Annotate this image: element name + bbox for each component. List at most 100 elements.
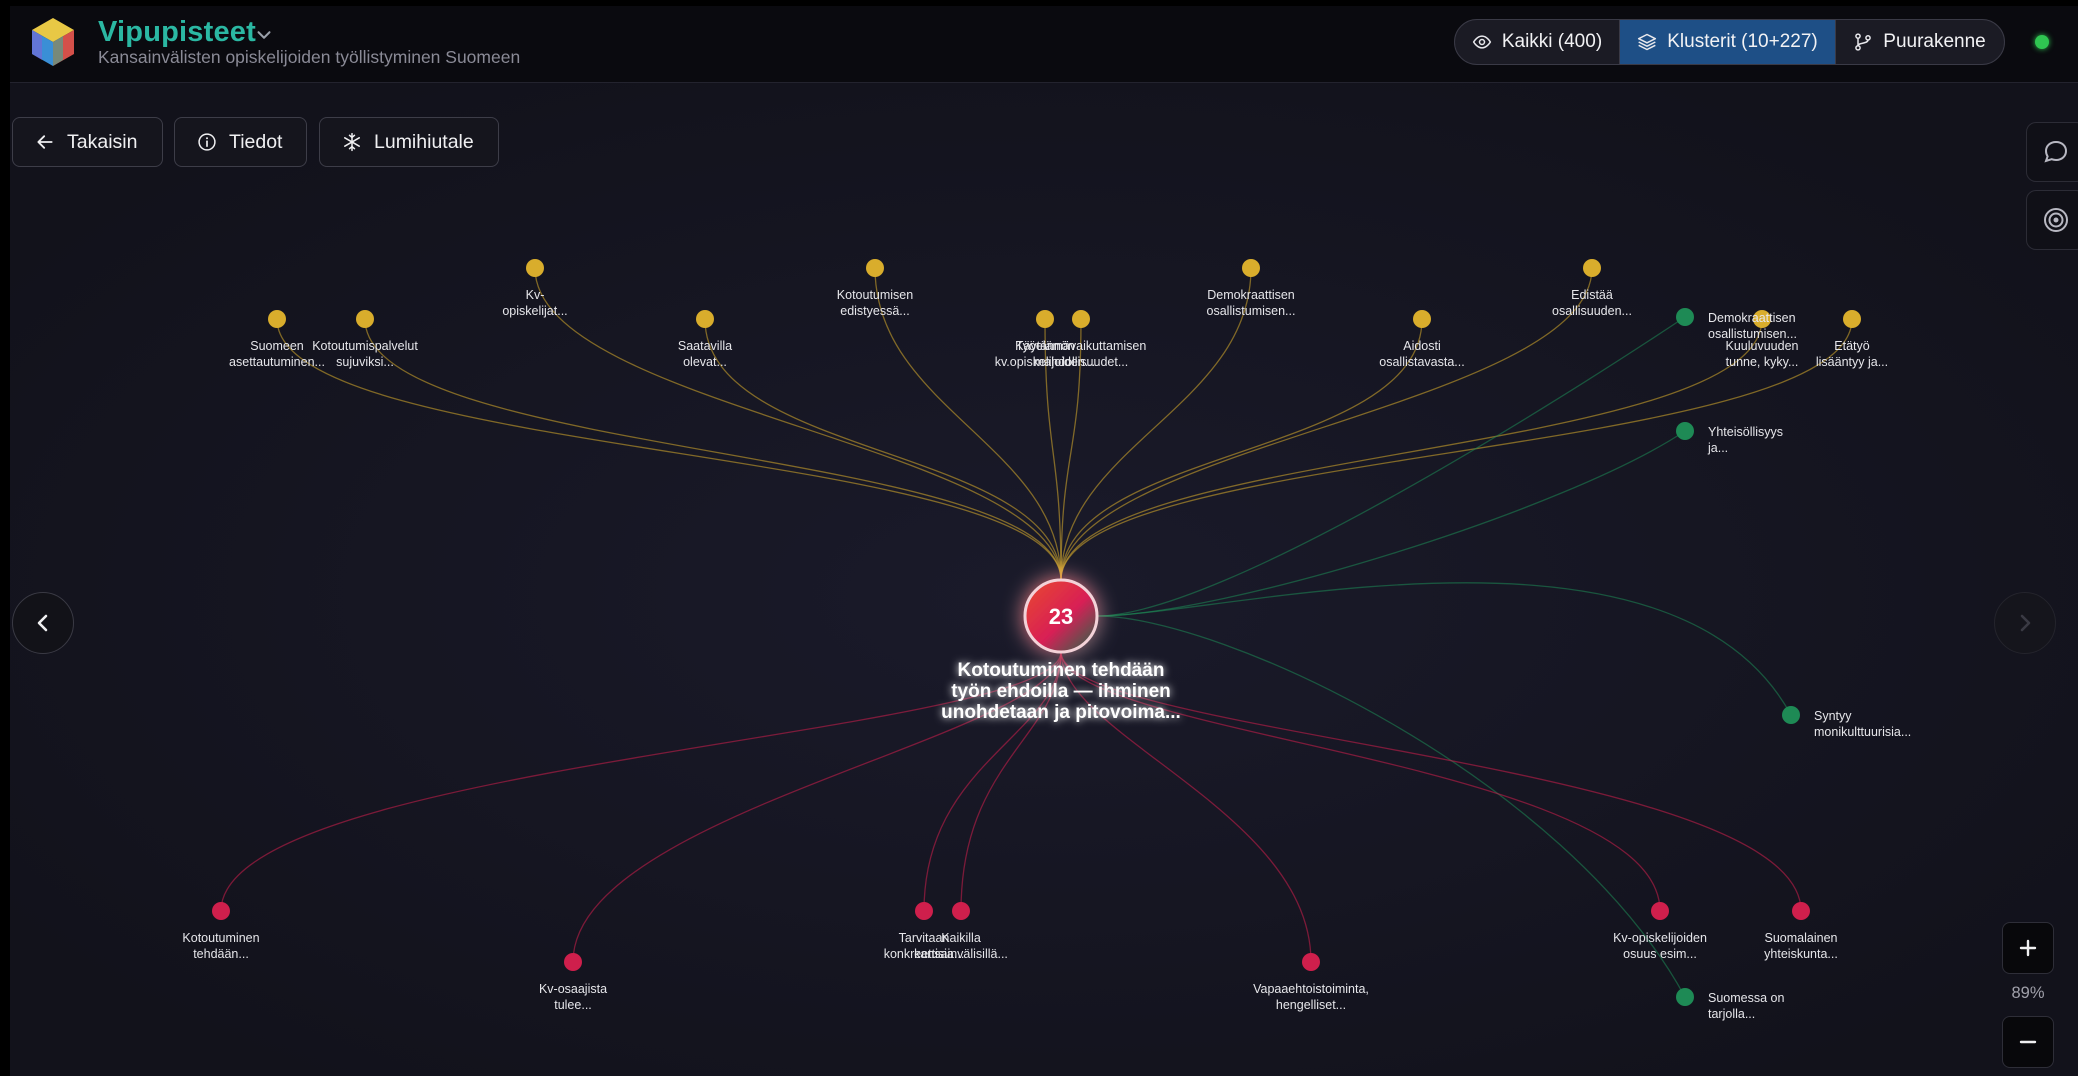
graph-node-label: tunne, kyky... [1726,355,1799,369]
back-button[interactable]: Takaisin [12,117,163,167]
graph-node-dot[interactable] [356,310,374,328]
graph-node-dot[interactable] [1676,422,1694,440]
chevron-right-icon [2020,614,2031,632]
app-frame: Suomeen asettautuminen... Kotoutumispalvel… [10,6,2078,1076]
graph-node-dot[interactable] [212,902,230,920]
view-clusters-label: Klusterit (10+227) [1667,31,1818,52]
graph-node-dot[interactable] [268,310,286,328]
zoom-level: 89% [2011,984,2045,1002]
graph-node-label: yhteiskunta... [1764,947,1838,961]
graph-node-label: Suomessa on [1708,991,1784,1005]
graph-node-dot[interactable] [526,259,544,277]
arrow-left-icon [37,135,53,149]
back-label: Takaisin [67,130,138,153]
graph-node-label: lisääntyy ja... [1816,355,1888,369]
graph-node-label: Työelämävaikuttamisen [1016,339,1147,353]
app-header: Vipupisteet Kansainvälisten opiskelijoid… [10,6,2078,83]
minus-icon [2019,1040,2037,1044]
layers-icon [1638,33,1657,51]
info-icon [198,133,216,151]
chat-button[interactable] [2026,122,2078,182]
graph-node-label: monikulttuurisia... [1814,725,1911,739]
graph-node-label: Kv- [526,288,545,302]
graph-node-label: osallisuuden... [1552,304,1632,318]
connection-status-dot [2035,35,2049,49]
snowflake-button[interactable]: Lumihiutale [319,117,499,167]
graph-node-label: Saatavilla [678,339,732,353]
eye-icon [1472,35,1492,49]
snowflake-icon [343,132,361,152]
graph-node-label: Kv-osaajista [539,982,607,996]
chat-icon [2044,140,2068,163]
graph-node-label: Kuuluvuuden [1726,339,1799,353]
graph-node-dot[interactable] [1583,259,1601,277]
zoom-in-button[interactable] [2002,922,2054,974]
graph-node-dot[interactable] [1651,902,1669,920]
center-label-line: työn ehdoilla — ihminen [951,681,1171,702]
graph-node-label: osallistavasta... [1379,355,1464,369]
graph-node-label: kansainvälisillä... [914,947,1008,961]
app-subtitle: Kansainvälisten opiskelijoiden työllisty… [98,47,521,67]
graph-node-label: Yhteisöllisyys [1708,425,1783,439]
graph-node-dot[interactable] [952,902,970,920]
graph-node-label: tarjolla... [1708,1007,1755,1021]
graph-node-label: Kotoutumisen [837,288,913,302]
graph-node-dot[interactable] [1676,988,1694,1006]
graph-node-label: asettautuminen... [229,355,325,369]
next-cluster-button[interactable] [1994,592,2056,654]
graph-node-dot[interactable] [696,310,714,328]
graph-node-dot[interactable] [1036,310,1054,328]
graph-node-label: sujuviksi... [336,355,394,369]
view-clusters-button[interactable]: Klusterit (10+227) [1620,20,1835,64]
graph-node-dot[interactable] [1072,310,1090,328]
previous-cluster-button[interactable] [12,592,74,654]
cluster-graph[interactable]: Suomeen asettautuminen... Kotoutumispalvel… [10,6,2078,1076]
view-tree-button[interactable]: Puurakenne [1835,20,2003,64]
graph-node-label: osallistumisen... [1207,304,1296,318]
view-switcher: Kaikki (400) Klusterit (10+227) Puuraken… [1454,19,2005,65]
center-label-line: Kotoutuminen tehdään [958,660,1165,681]
graph-node-dot[interactable] [1676,308,1694,326]
view-all-button[interactable]: Kaikki (400) [1455,20,1620,64]
center-count: 23 [1049,604,1073,629]
graph-node-dot[interactable] [1302,953,1320,971]
graph-node-dot[interactable] [564,953,582,971]
graph-node-dot[interactable] [1242,259,1260,277]
graph-node-label: hengelliset... [1276,998,1346,1012]
target-button[interactable] [2026,190,2078,250]
target-icon [2044,208,2068,232]
zoom-out-button[interactable] [2002,1016,2054,1068]
graph-node-label: Edistää [1571,288,1613,302]
git-branch-icon [1855,33,1872,51]
graph-node-label: Demokraattisen [1207,288,1295,302]
plus-icon [2019,939,2037,957]
graph-node-label: Suomeen [250,339,304,353]
graph-node-dot[interactable] [866,259,884,277]
graph-node-label: Kotoutumispalvelut [312,339,418,353]
graph-node-label: tehdään... [193,947,249,961]
snowflake-label: Lumihiutale [374,130,474,153]
graph-node-label: Syntyy [1814,709,1852,723]
graph-node-dot[interactable] [1413,310,1431,328]
info-button[interactable]: Tiedot [174,117,307,167]
graph-node-label: Kotoutuminen [182,931,259,945]
graph-node-label: Vapaaehtoistoiminta, [1253,982,1369,996]
graph-node-label: Aidosti [1403,339,1441,353]
info-label: Tiedot [229,130,283,153]
graph-node-label: Suomalainen [1765,931,1838,945]
graph-node-label: mahdollisuudet... [1034,355,1129,369]
graph-node-dot[interactable] [1843,310,1861,328]
graph-node-label: Etätyö [1834,339,1869,353]
graph-node-label: tulee... [554,998,592,1012]
center-label-line: unohdetaan ja pitovoima... [941,702,1181,723]
graph-node-dot[interactable] [1792,902,1810,920]
view-all-label: Kaikki (400) [1501,31,1603,52]
graph-node-dot[interactable] [915,902,933,920]
graph-node-label: opiskelijat... [502,304,567,318]
graph-node-label: Kv-opiskelijoiden [1613,931,1707,945]
app-title: Vipupisteet [98,16,256,48]
graph-node-label: Demokraattisen [1708,311,1796,325]
graph-node-label: osallistumisen... [1708,327,1797,341]
chevron-down-icon[interactable] [253,24,275,46]
graph-node-dot[interactable] [1782,706,1800,724]
